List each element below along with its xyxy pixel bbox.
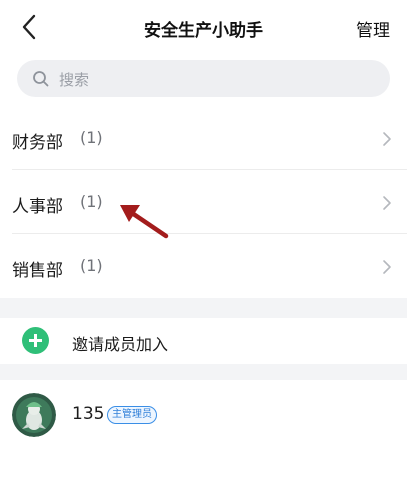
search-input[interactable]: 搜索 xyxy=(17,60,390,97)
search-placeholder: 搜索 xyxy=(59,71,90,89)
invite-label: 邀请成员加入 xyxy=(72,335,169,354)
member-name: 135 xyxy=(72,404,105,424)
header-bar: 安全生产小助手 管理 xyxy=(0,0,407,52)
manage-button[interactable]: 管理 xyxy=(356,16,390,41)
chevron-right-icon xyxy=(383,132,391,146)
department-count: (1) xyxy=(80,128,103,147)
department-name: 财务部 xyxy=(12,133,63,153)
search-icon xyxy=(33,71,49,87)
page-title: 安全生产小助手 xyxy=(144,21,263,41)
department-name: 销售部 xyxy=(12,261,63,281)
invite-member-button[interactable]: 邀请成员加入 xyxy=(0,318,407,364)
plus-circle-icon xyxy=(22,327,49,354)
department-count: (1) xyxy=(80,192,103,211)
section-separator xyxy=(0,364,407,380)
chevron-right-icon xyxy=(383,196,391,210)
admin-badge: 主管理员 xyxy=(107,406,157,424)
department-item-hr[interactable]: 人事部 (1) xyxy=(0,170,407,234)
department-item-finance[interactable]: 财务部 (1) xyxy=(0,106,407,170)
department-item-sales[interactable]: 销售部 (1) xyxy=(0,234,407,298)
chevron-right-icon xyxy=(383,260,391,274)
member-item[interactable]: 135 主管理员 xyxy=(0,380,407,452)
section-separator xyxy=(0,298,407,318)
department-name: 人事部 xyxy=(12,197,63,217)
department-count: (1) xyxy=(80,256,103,275)
avatar xyxy=(12,393,56,437)
